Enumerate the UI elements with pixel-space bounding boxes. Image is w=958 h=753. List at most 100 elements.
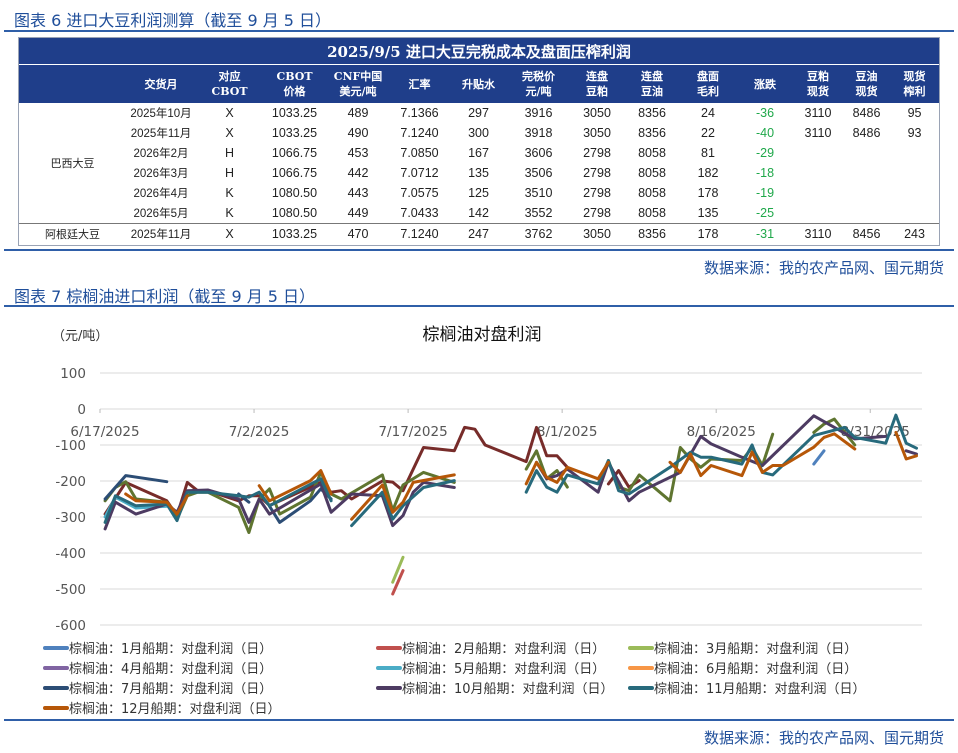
table-cell [843, 183, 890, 203]
table-cell: 3916 [524, 106, 553, 120]
table-cell: 1080.50 [271, 186, 318, 200]
column-header-line: 毛利 [697, 85, 719, 98]
table-source: 数据来源：我的农产品网、国元期货 [703, 259, 944, 277]
x-tick-label: 7/17/2025 [378, 424, 447, 440]
column-header [19, 64, 126, 103]
column-header-line: 豆粕 [807, 70, 829, 83]
table-cell: 7.0575 [400, 186, 439, 200]
y-tick-label: -300 [55, 510, 86, 526]
table-cell [793, 183, 843, 203]
column-header-line: 升贴水 [462, 77, 495, 91]
legend-label: 棕榈油：7月船期：对盘利润（日） [69, 681, 272, 697]
legend-label: 棕榈油：3月船期：对盘利润（日） [654, 641, 857, 657]
column-header: 完税价 元/吨 [508, 64, 569, 103]
y-tick-label: -400 [55, 546, 86, 562]
column-header-line: 汇率 [408, 77, 431, 91]
table-row: 巴西大豆 2025年10月 X 1033.25 489 7.1366 297 3916 3050… [19, 103, 939, 170]
table-cell: -31 [737, 223, 793, 244]
table-cell: 3110 [804, 106, 832, 120]
table-cell: 2025年11月 [130, 128, 192, 140]
divider [4, 719, 954, 721]
column-header-line: CBOT [211, 85, 248, 98]
table-cell: 3606 [524, 146, 553, 160]
table-cell: 93 [907, 126, 922, 140]
table-row: 2026年4月 K 1080.50 443 7.0575 125 3510 2798 8058 1… [19, 183, 939, 203]
column-header: 涨跌 [737, 64, 793, 103]
table-cell: 442 [347, 166, 369, 180]
table-cell: 8356 [625, 223, 679, 244]
chart-source: 数据来源：我的农产品网、国元期货 [703, 729, 944, 747]
column-header-line: 现货 [807, 85, 829, 98]
table-cell: 22 [701, 126, 715, 140]
table-cell: 3050 [583, 106, 611, 120]
column-header: 盘面 毛利 [679, 64, 737, 103]
table-cell: -25 [755, 206, 775, 220]
table-cell: -29 [755, 146, 775, 160]
table-cell: 3552 [524, 206, 553, 220]
table-cell: 2026年4月 [133, 188, 189, 200]
column-header: 对应 CBOT [196, 64, 263, 103]
table-cell: X [225, 106, 234, 120]
column-header-line: CBOT [276, 70, 313, 83]
legend-label: 棕榈油：4月船期：对盘利润（日） [69, 661, 272, 677]
legend-label: 棕榈油：11月船期：对盘利润（日） [654, 681, 866, 697]
column-header-line: 豆粕 [586, 85, 608, 98]
table-cell: 3110 [793, 223, 843, 244]
table-cell: 1066.75 [271, 146, 318, 160]
table-cell: 2798 [583, 186, 611, 200]
origin-label: 阿根廷大豆 [19, 223, 126, 244]
table-cell: 2026年3月 [133, 168, 189, 180]
table-cell: K [225, 186, 234, 200]
legend-label: 棕榈油：6月船期：对盘利润（日） [654, 661, 857, 677]
table-cell: -36 [755, 106, 775, 120]
table-cell: 135 [697, 206, 719, 220]
table-row: 2026年3月 H 1066.75 442 7.0712 135 3506 2798 8058 1… [19, 163, 939, 183]
soybean-profit-table: 2025/9/5 进口大豆完税成本及盘面压榨利润 交货月 对应 CBOT CBOT 价格… [18, 37, 940, 246]
column-header-line: 元/吨 [525, 85, 552, 98]
chart-section-title: 图表 7 棕榈油进口利润（截至 9 月 5 日） [14, 287, 316, 306]
table-cell: 2798 [583, 206, 611, 220]
table-row: 2026年5月 K 1080.50 449 7.0433 142 3552 2798 8058 1… [19, 203, 939, 224]
divider [4, 30, 954, 32]
table-cell: 490 [347, 126, 369, 140]
column-header-line: 豆油 [855, 70, 878, 83]
table-cell: 489 [347, 106, 369, 120]
y-tick-label: -500 [55, 582, 86, 598]
table-cell: 300 [468, 126, 489, 140]
column-header: 现货 榨利 [890, 64, 940, 103]
table-cell: 95 [907, 106, 922, 120]
y-axis-unit: （元/吨） [52, 329, 108, 344]
table-cell: 8058 [638, 186, 666, 200]
table-cell: 1080.50 [271, 206, 318, 220]
legend-label: 棕榈油：1月船期：对盘利润（日） [69, 641, 272, 657]
table-cell: 24 [701, 106, 715, 120]
table-cell: 7.1240 [400, 126, 439, 140]
table-cell: 3050 [583, 126, 611, 140]
table-cell [793, 203, 843, 224]
series-line-10 [103, 413, 918, 528]
table-cell: 7.1366 [400, 106, 439, 120]
table-cell: 1033.25 [271, 126, 318, 140]
column-header-line: 美元/吨 [339, 85, 377, 98]
table-cell: 470 [326, 223, 390, 244]
table-cell: 182 [697, 166, 719, 180]
table-cell: 443 [347, 186, 369, 200]
column-header: CBOT 价格 [263, 64, 326, 103]
table-row: 2026年2月 H 1066.75 453 7.0850 167 3606 2798 8058 8… [19, 143, 939, 163]
table-title: 2025/9/5 进口大豆完税成本及盘面压榨利润 [19, 38, 940, 65]
table-cell [890, 163, 939, 183]
x-tick-label: 6/17/2025 [70, 424, 139, 440]
column-header-line: 现货 [903, 70, 926, 83]
column-header: 连盘 豆油 [625, 64, 679, 103]
table-cell: 1033.25 [271, 106, 318, 120]
table-cell: 297 [468, 106, 489, 120]
table-section-title: 图表 6 进口大豆利润测算（截至 9 月 5 日） [14, 11, 332, 30]
column-header: 豆油 现货 [843, 64, 890, 103]
table-cell [843, 143, 890, 163]
column-header-line: 价格 [283, 85, 306, 98]
palm-oil-profit-chart: 棕榈油对盘利润 （元/吨） 100 0 -100 -200 -300 -400 -500 -600… [43, 325, 922, 717]
column-header-line: 现货 [855, 85, 878, 98]
x-tick-label: 8/16/2025 [687, 424, 756, 440]
table-cell: H [224, 146, 235, 160]
table-cell: X [225, 126, 234, 140]
